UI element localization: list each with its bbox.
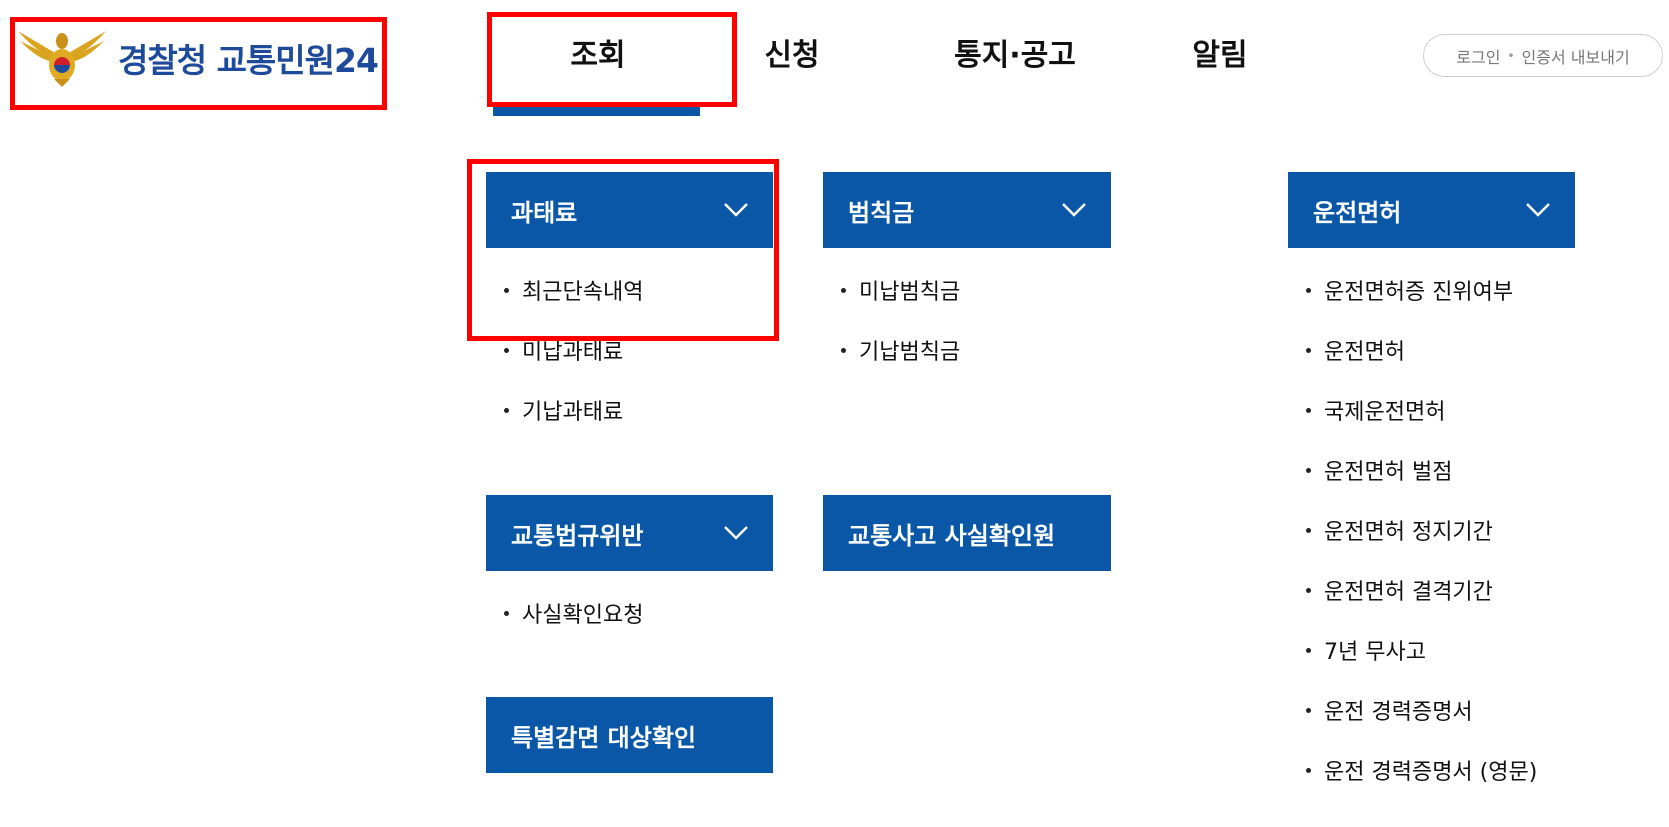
category-special-reduction-title: 특별감면 대상확인 bbox=[511, 723, 696, 752]
menu-item-driving-career-certificate-english[interactable]: 운전 경력증명서 (영문) bbox=[1306, 755, 1537, 785]
menu-item-label: 국제운전면허 bbox=[1324, 400, 1446, 425]
menu-item-label: 운전면허 결격기간 bbox=[1324, 580, 1493, 605]
category-special-reduction[interactable]: 특별감면 대상확인 bbox=[486, 697, 773, 773]
category-penalty-title: 과태료 bbox=[511, 198, 578, 227]
chevron-down-icon bbox=[1062, 203, 1086, 217]
menu-item-label: 사실확인요청 bbox=[522, 603, 644, 628]
chevron-down-icon bbox=[1526, 203, 1550, 217]
site-logo[interactable]: 경찰청 교통민원24 bbox=[14, 24, 394, 92]
nav-tab-announcements[interactable]: 알림 bbox=[1140, 30, 1300, 80]
menu-item-label: 운전 경력증명서 bbox=[1324, 700, 1473, 725]
menu-item-label: 미납과태료 bbox=[522, 340, 624, 365]
bullet bbox=[841, 287, 846, 293]
login-button[interactable]: 로그인 • 인증서 내보내기 bbox=[1423, 34, 1663, 77]
menu-item-label: 7년 무사고 bbox=[1324, 640, 1426, 665]
menu-item-fact-check-request[interactable]: 사실확인요청 bbox=[504, 598, 643, 628]
police-eagle-emblem-icon bbox=[18, 31, 106, 87]
menu-item-driving-career-certificate[interactable]: 운전 경력증명서 bbox=[1306, 695, 1473, 725]
menu-item-international-license[interactable]: 국제운전면허 bbox=[1306, 395, 1445, 425]
menu-item-unpaid-penalty[interactable]: 미납과태료 bbox=[504, 335, 623, 365]
menu-item-license-points[interactable]: 운전면허 벌점 bbox=[1306, 455, 1452, 485]
bullet bbox=[504, 287, 509, 293]
category-traffic-violation-title: 교통법규위반 bbox=[511, 521, 644, 550]
menu-item-label: 운전면허 정지기간 bbox=[1324, 520, 1493, 545]
menu-item-recent-enforcement[interactable]: 최근단속내역 bbox=[504, 275, 643, 305]
bullet bbox=[1306, 707, 1311, 713]
menu-item-label: 기납범칙금 bbox=[859, 340, 961, 365]
category-license[interactable]: 운전면허 bbox=[1288, 172, 1575, 248]
bullet bbox=[841, 347, 846, 353]
category-traffic-violation[interactable]: 교통법규위반 bbox=[486, 495, 773, 571]
bullet bbox=[1306, 587, 1311, 593]
menu-item-label: 최근단속내역 bbox=[522, 280, 644, 305]
login-label: 로그인 bbox=[1456, 47, 1501, 67]
menu-item-license-disqualification[interactable]: 운전면허 결격기간 bbox=[1306, 575, 1493, 605]
menu-item-label: 운전 경력증명서 (영문) bbox=[1324, 760, 1538, 785]
cert-export-label: 인증서 내보내기 bbox=[1521, 47, 1630, 67]
nav-tab-application[interactable]: 신청 bbox=[712, 30, 872, 80]
chevron-down-icon bbox=[724, 526, 748, 540]
bullet bbox=[1306, 527, 1311, 533]
bullet bbox=[1306, 347, 1311, 353]
menu-item-label: 운전면허증 진위여부 bbox=[1324, 280, 1514, 305]
category-accident-certificate-title: 교통사고 사실확인원 bbox=[848, 521, 1056, 550]
menu-item-label: 기납과태료 bbox=[522, 400, 624, 425]
chevron-down-icon bbox=[724, 203, 748, 217]
category-license-title: 운전면허 bbox=[1313, 198, 1402, 227]
menu-item-paid-penalty[interactable]: 기납과태료 bbox=[504, 395, 623, 425]
nav-tab-notice[interactable]: 통지·공고 bbox=[915, 30, 1115, 80]
bullet bbox=[504, 347, 509, 353]
menu-item-label: 미납범칙금 bbox=[859, 280, 961, 305]
bullet bbox=[1306, 647, 1311, 653]
category-fine-title: 범칙금 bbox=[848, 198, 915, 227]
menu-item-license-authenticity[interactable]: 운전면허증 진위여부 bbox=[1306, 275, 1513, 305]
bullet bbox=[1306, 407, 1311, 413]
menu-item-label: 운전면허 벌점 bbox=[1324, 460, 1453, 485]
bullet bbox=[1306, 287, 1311, 293]
bullet bbox=[504, 407, 509, 413]
login-separator: • bbox=[1507, 48, 1515, 63]
category-fine[interactable]: 범칙금 bbox=[823, 172, 1111, 248]
active-tab-indicator bbox=[493, 102, 700, 116]
category-accident-certificate[interactable]: 교통사고 사실확인원 bbox=[823, 495, 1111, 571]
menu-item-license[interactable]: 운전면허 bbox=[1306, 335, 1405, 365]
category-penalty[interactable]: 과태료 bbox=[486, 172, 773, 248]
bullet bbox=[504, 610, 509, 616]
menu-item-seven-years-accident-free[interactable]: 7년 무사고 bbox=[1306, 635, 1426, 665]
bullet bbox=[1306, 767, 1311, 773]
menu-item-label: 운전면허 bbox=[1324, 340, 1405, 365]
menu-item-paid-fine[interactable]: 기납범칙금 bbox=[841, 335, 960, 365]
bullet bbox=[1306, 467, 1311, 473]
menu-item-license-suspension[interactable]: 운전면허 정지기간 bbox=[1306, 515, 1493, 545]
logo-text: 경찰청 교통민원24 bbox=[118, 41, 379, 80]
nav-tab-inquiry[interactable]: 조회 bbox=[518, 30, 678, 80]
menu-item-unpaid-fine[interactable]: 미납범칙금 bbox=[841, 275, 960, 305]
